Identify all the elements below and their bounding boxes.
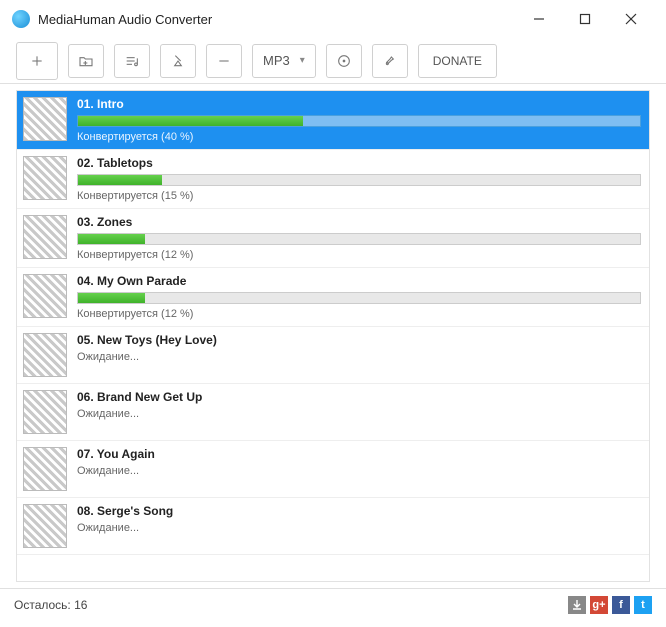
social-icons: g+ f t — [568, 596, 652, 614]
window-title: MediaHuman Audio Converter — [38, 12, 516, 27]
settings-button[interactable] — [372, 44, 408, 78]
track-info: 08. Serge's Song Ожидание... — [77, 504, 641, 534]
google-plus-icon[interactable]: g+ — [590, 596, 608, 614]
start-convert-button[interactable] — [326, 44, 362, 78]
download-icon[interactable] — [568, 596, 586, 614]
maximize-button[interactable] — [562, 4, 608, 34]
album-art-thumbnail — [23, 504, 67, 548]
track-row[interactable]: 02. Tabletops Конвертируется (15 %) — [17, 150, 649, 209]
track-title: 04. My Own Parade — [77, 274, 641, 288]
track-row[interactable]: 04. My Own Parade Конвертируется (12 %) — [17, 268, 649, 327]
album-art-thumbnail — [23, 447, 67, 491]
track-status: Ожидание... — [77, 408, 641, 420]
track-status: Конвертируется (12 %) — [77, 249, 641, 261]
progress-bar — [77, 174, 641, 186]
close-button[interactable] — [608, 4, 654, 34]
track-row[interactable]: 05. New Toys (Hey Love) Ожидание... — [17, 327, 649, 384]
track-info: 05. New Toys (Hey Love) Ожидание... — [77, 333, 641, 363]
track-list[interactable]: 01. Intro Конвертируется (40 %) 02. Tablet… — [16, 90, 650, 582]
track-row[interactable]: 06. Brand New Get Up Ожидание... — [17, 384, 649, 441]
format-label: MP3 — [263, 53, 290, 68]
progress-fill — [78, 175, 162, 185]
add-folder-button[interactable] — [68, 44, 104, 78]
track-status: Ожидание... — [77, 465, 641, 477]
track-status: Конвертируется (12 %) — [77, 308, 641, 320]
playlist-button[interactable] — [114, 44, 150, 78]
album-art-thumbnail — [23, 215, 67, 259]
track-status: Ожидание... — [77, 351, 641, 363]
toolbar: MP3 ▾ DONATE — [0, 38, 666, 84]
album-art-thumbnail — [23, 333, 67, 377]
chevron-down-icon: ▾ — [300, 55, 305, 66]
progress-fill — [78, 293, 145, 303]
track-info: 03. Zones Конвертируется (12 %) — [77, 215, 641, 261]
facebook-icon[interactable]: f — [612, 596, 630, 614]
track-list-container: 01. Intro Конвертируется (40 %) 02. Tablet… — [0, 84, 666, 588]
album-art-thumbnail — [23, 390, 67, 434]
twitter-icon[interactable]: t — [634, 596, 652, 614]
album-art-thumbnail — [23, 156, 67, 200]
track-title: 02. Tabletops — [77, 156, 641, 170]
track-row[interactable]: 08. Serge's Song Ожидание... — [17, 498, 649, 555]
track-title: 01. Intro — [77, 97, 641, 111]
track-info: 07. You Again Ожидание... — [77, 447, 641, 477]
progress-bar — [77, 292, 641, 304]
add-file-button[interactable] — [16, 42, 58, 80]
track-title: 03. Zones — [77, 215, 641, 229]
track-status: Конвертируется (15 %) — [77, 190, 641, 202]
track-title: 05. New Toys (Hey Love) — [77, 333, 641, 347]
statusbar: Осталось: 16 g+ f t — [0, 588, 666, 620]
progress-bar — [77, 233, 641, 245]
format-dropdown[interactable]: MP3 ▾ — [252, 44, 316, 78]
minimize-button[interactable] — [516, 4, 562, 34]
track-status: Ожидание... — [77, 522, 641, 534]
track-title: 08. Serge's Song — [77, 504, 641, 518]
remove-button[interactable] — [206, 44, 242, 78]
app-icon — [12, 10, 30, 28]
track-title: 06. Brand New Get Up — [77, 390, 641, 404]
track-info: 01. Intro Конвертируется (40 %) — [77, 97, 641, 143]
progress-bar — [77, 115, 641, 127]
track-status: Конвертируется (40 %) — [77, 131, 641, 143]
track-row[interactable]: 01. Intro Конвертируется (40 %) — [17, 91, 649, 150]
track-row[interactable]: 03. Zones Конвертируется (12 %) — [17, 209, 649, 268]
donate-button[interactable]: DONATE — [418, 44, 497, 78]
album-art-thumbnail — [23, 274, 67, 318]
track-info: 02. Tabletops Конвертируется (15 %) — [77, 156, 641, 202]
progress-fill — [78, 116, 303, 126]
track-title: 07. You Again — [77, 447, 641, 461]
titlebar: MediaHuman Audio Converter — [0, 0, 666, 38]
track-info: 06. Brand New Get Up Ожидание... — [77, 390, 641, 420]
track-info: 04. My Own Parade Конвертируется (12 %) — [77, 274, 641, 320]
progress-fill — [78, 234, 145, 244]
window-controls — [516, 4, 654, 34]
album-art-thumbnail — [23, 97, 67, 141]
track-row[interactable]: 07. You Again Ожидание... — [17, 441, 649, 498]
clean-button[interactable] — [160, 44, 196, 78]
remaining-label: Осталось: 16 — [14, 598, 87, 612]
